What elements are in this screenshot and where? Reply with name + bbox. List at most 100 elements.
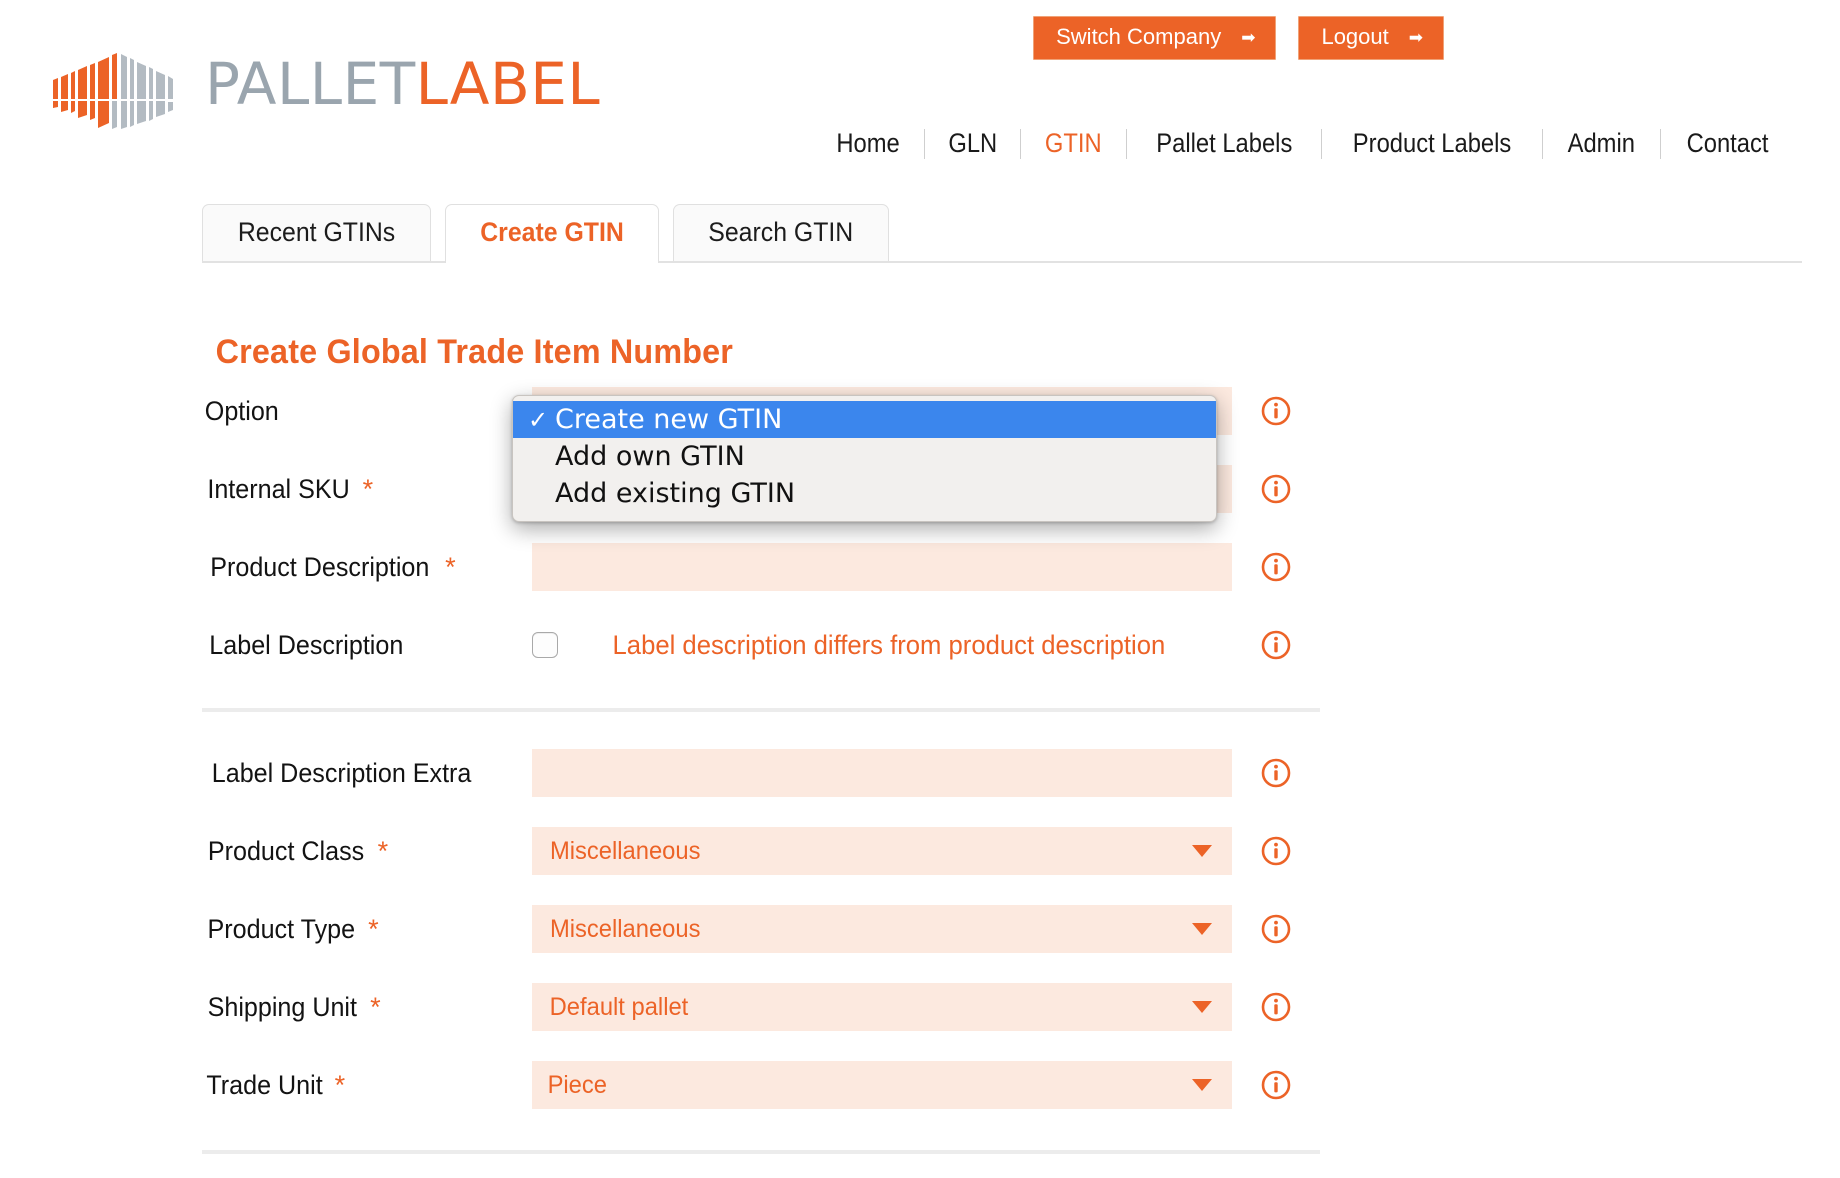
tab-label: Create GTIN xyxy=(480,217,624,247)
nav-item-gln[interactable]: GLN xyxy=(930,128,1014,159)
nav-divider xyxy=(1321,128,1323,159)
option-popup-item-add-existing-gtin[interactable]: Add existing GTIN xyxy=(513,475,1216,512)
checkbox-caption-text: Label description differs from product d… xyxy=(612,629,1166,660)
label-text: Trade Unit xyxy=(206,1069,323,1100)
info-circle-icon[interactable] xyxy=(1260,551,1292,583)
option-popup-item-label: Create new GTIN xyxy=(555,404,783,435)
product-type-value: Miscellaneous xyxy=(549,914,701,943)
control-label-description: Label description differs from product d… xyxy=(532,630,1232,661)
switch-company-button[interactable]: Switch Company ➡ xyxy=(1033,16,1277,61)
label-description-differs-checkbox[interactable] xyxy=(532,632,558,658)
tab-label: Recent GTINs xyxy=(237,217,396,247)
chevron-down-icon xyxy=(1192,1001,1212,1013)
product-type-select[interactable]: Miscellaneous xyxy=(532,905,1232,953)
form-row-label-description: Label Description Label description diff… xyxy=(202,606,1502,684)
control-label-description-extra xyxy=(532,749,1232,797)
nav-divider xyxy=(1020,128,1022,159)
label-text: Option xyxy=(204,395,279,426)
check-icon: ✓ xyxy=(527,405,549,434)
info-circle-icon[interactable] xyxy=(1260,1069,1292,1101)
required-marker: * xyxy=(368,913,379,944)
control-shipping-unit: Default pallet xyxy=(532,983,1232,1031)
nav-divider xyxy=(923,128,925,159)
label-product-description: Product Description * xyxy=(202,552,532,583)
label-text: Product Description xyxy=(210,551,430,582)
required-marker: * xyxy=(377,835,389,866)
form-row-product-class: Product Class * Miscellaneous xyxy=(202,812,1502,890)
required-marker: * xyxy=(334,1069,346,1100)
shipping-unit-select[interactable]: Default pallet xyxy=(532,983,1232,1031)
info-circle-icon[interactable] xyxy=(1260,395,1292,427)
trade-unit-value: Piece xyxy=(547,1070,607,1099)
option-popup-item-label: Add own GTIN xyxy=(555,441,745,472)
label-product-class: Product Class * xyxy=(202,836,532,867)
label-text: Shipping Unit xyxy=(207,991,357,1022)
shipping-unit-value: Default pallet xyxy=(549,992,689,1021)
nav-item-gtin[interactable]: GTIN xyxy=(1027,128,1119,159)
form-row-product-description: Product Description * xyxy=(202,528,1502,606)
nav-divider xyxy=(1659,128,1661,159)
label-trade-unit: Trade Unit * xyxy=(202,1070,532,1101)
info-circle-icon[interactable] xyxy=(1260,757,1292,789)
label-label-description: Label Description xyxy=(202,630,532,661)
chevron-down-icon xyxy=(1192,845,1212,857)
required-marker: * xyxy=(370,991,381,1022)
info-circle-icon[interactable] xyxy=(1260,991,1292,1023)
option-popup-item-add-own-gtin[interactable]: Add own GTIN xyxy=(513,438,1216,475)
logout-button[interactable]: Logout ➡ xyxy=(1298,16,1444,61)
page-title: Create Global Trade Item Number xyxy=(202,333,747,372)
label-shipping-unit: Shipping Unit * xyxy=(202,992,532,1023)
option-popup-item-create-new-gtin[interactable]: ✓ Create new GTIN xyxy=(513,401,1216,438)
form-row-trade-unit: Trade Unit * Piece xyxy=(202,1046,1502,1124)
label-description-differs-label: Label description differs from product d… xyxy=(598,630,1180,661)
brand-name-part1: PALLET xyxy=(205,50,416,118)
app-page: Switch Company ➡ Logout ➡ PALLETLABEL Ho… xyxy=(0,0,1840,1178)
required-marker: * xyxy=(362,473,374,504)
label-option: Option xyxy=(202,396,532,427)
brand-wordmark: PALLETLABEL xyxy=(205,50,600,118)
control-product-type: Miscellaneous xyxy=(532,905,1232,953)
label-text: Label Description Extra xyxy=(211,757,472,788)
nav-item-admin[interactable]: Admin xyxy=(1550,128,1653,159)
pallet-barcode-icon xyxy=(51,53,177,129)
product-class-value: Miscellaneous xyxy=(549,836,701,865)
label-text: Internal SKU xyxy=(207,473,350,504)
product-description-input[interactable] xyxy=(532,543,1232,591)
control-product-description xyxy=(532,543,1232,591)
option-select-popup[interactable]: ✓ Create new GTIN Add own GTIN Add exist… xyxy=(512,395,1217,522)
option-popup-item-label: Add existing GTIN xyxy=(555,478,796,509)
info-circle-icon[interactable] xyxy=(1260,629,1292,661)
top-action-bar: Switch Company ➡ Logout ➡ xyxy=(1033,16,1444,61)
label-label-description-extra: Label Description Extra xyxy=(202,758,532,789)
nav-divider xyxy=(1125,128,1127,159)
nav-item-pallet-labels[interactable]: Pallet Labels xyxy=(1138,128,1309,159)
label-description-extra-input[interactable] xyxy=(532,749,1232,797)
required-marker: * xyxy=(445,551,456,582)
main-navigation: Home GLN GTIN Pallet Labels Product Labe… xyxy=(812,128,1794,159)
arrow-right-icon: ➡ xyxy=(1408,27,1423,47)
control-trade-unit: Piece xyxy=(532,1061,1232,1109)
tab-create-gtin[interactable]: Create GTIN xyxy=(445,204,660,263)
form-row-label-description-extra: Label Description Extra xyxy=(202,734,1502,812)
info-circle-icon[interactable] xyxy=(1260,913,1292,945)
tab-search-gtin[interactable]: Search GTIN xyxy=(673,204,889,261)
logout-label: Logout xyxy=(1321,24,1389,49)
form-row-product-type: Product Type * Miscellaneous xyxy=(202,890,1502,968)
chevron-down-icon xyxy=(1192,923,1212,935)
info-circle-icon[interactable] xyxy=(1260,835,1292,867)
product-class-select[interactable]: Miscellaneous xyxy=(532,827,1232,875)
brand-logo[interactable]: PALLETLABEL xyxy=(45,38,600,130)
tab-recent-gtins[interactable]: Recent GTINs xyxy=(202,204,432,261)
switch-company-label: Switch Company xyxy=(1056,24,1222,49)
label-text: Product Type xyxy=(207,913,356,944)
nav-divider xyxy=(1542,128,1544,159)
label-text: Product Class xyxy=(207,835,365,866)
nav-item-home[interactable]: Home xyxy=(818,128,917,159)
info-circle-icon[interactable] xyxy=(1260,473,1292,505)
section-divider xyxy=(202,1150,1320,1154)
trade-unit-select[interactable]: Piece xyxy=(532,1061,1232,1109)
nav-item-contact[interactable]: Contact xyxy=(1669,128,1786,159)
nav-item-product-labels[interactable]: Product Labels xyxy=(1335,128,1529,159)
page-title-text: Create Global Trade Item Number xyxy=(215,332,734,371)
label-product-type: Product Type * xyxy=(202,914,532,945)
